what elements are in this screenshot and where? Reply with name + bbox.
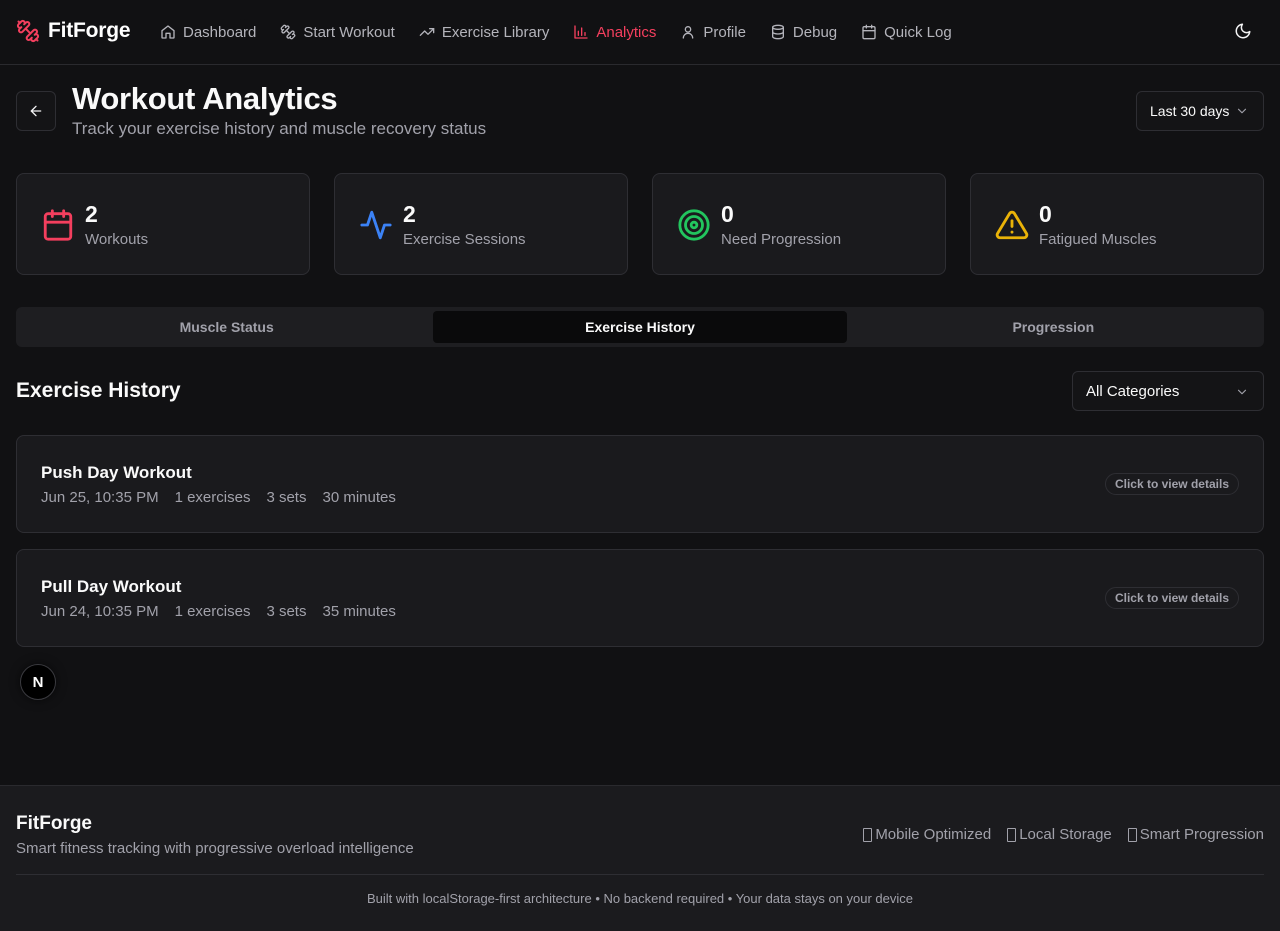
tab-exercise-history[interactable]: Exercise History [433, 311, 847, 343]
nav-item-label: Start Workout [303, 23, 395, 41]
workout-exercises: 1 exercises [174, 489, 251, 506]
stat-value: 0 [1039, 201, 1052, 227]
stat-label: Fatigued Muscles [1039, 231, 1157, 248]
footer-feature-label: Mobile Optimized [875, 826, 992, 843]
view-details-badge[interactable]: Click to view details [1104, 587, 1239, 609]
nextjs-icon: N [33, 674, 44, 691]
footer-feature: Mobile Optimized [863, 826, 991, 843]
brand[interactable]: FitForge [16, 19, 131, 43]
chevron-down-icon [1235, 385, 1249, 399]
nextjs-dev-badge[interactable]: N [20, 664, 56, 700]
chevron-down-icon [1235, 104, 1249, 118]
footer-feature: Smart Progression [1127, 826, 1264, 843]
dumbbell-logo-icon [16, 19, 40, 43]
nav-item-exercise-library[interactable]: Exercise Library [419, 20, 550, 44]
workout-duration: 30 minutes [322, 489, 396, 506]
trending-up-icon [419, 24, 435, 40]
footer-tagline: Smart fitness tracking with progressive … [16, 840, 414, 857]
nav-item-label: Analytics [596, 23, 657, 41]
missing-glyph-icon [863, 827, 873, 842]
footer-feature-label: Local Storage [1019, 826, 1112, 843]
stat-label: Exercise Sessions [403, 231, 526, 248]
nav-item-debug[interactable]: Debug [770, 20, 837, 44]
category-select[interactable]: All Categories [1072, 371, 1264, 411]
stat-value: 2 [403, 201, 416, 227]
workout-duration: 35 minutes [322, 603, 396, 620]
footer-divider [16, 874, 1264, 875]
calendar-icon [861, 24, 877, 40]
nav-item-label: Exercise Library [441, 23, 550, 41]
date-range-select[interactable]: Last 30 days [1136, 91, 1264, 131]
theme-toggle-button[interactable] [1234, 22, 1254, 42]
page-title: Workout Analytics [72, 81, 338, 116]
date-range-value: Last 30 days [1150, 103, 1230, 119]
activity-icon [359, 208, 393, 242]
workout-meta: Jun 25, 10:35 PM 1 exercises 3 sets 30 m… [41, 489, 396, 506]
workout-date: Jun 24, 10:35 PM [41, 603, 159, 620]
footer: FitForge Smart fitness tracking with pro… [0, 785, 1280, 931]
nav-item-label: Profile [703, 23, 746, 41]
tab-progression[interactable]: Progression [847, 311, 1260, 343]
workout-sets: 3 sets [266, 603, 307, 620]
stat-card-exercise-sessions: 2 Exercise Sessions [334, 173, 628, 275]
tab-muscle-status[interactable]: Muscle Status [20, 311, 433, 343]
workout-card[interactable]: Push Day Workout Jun 25, 10:35 PM 1 exer… [16, 435, 1264, 533]
nav-item-label: Debug [792, 23, 838, 41]
brand-name: FitForge [48, 19, 131, 42]
top-nav: FitForge Dashboard Start Workout Exercis… [0, 0, 1280, 65]
footer-note: Built with localStorage-first architectu… [367, 891, 913, 906]
nav-item-start-workout[interactable]: Start Workout [280, 20, 395, 44]
stat-value: 2 [85, 201, 98, 227]
view-details-badge[interactable]: Click to view details [1104, 473, 1239, 495]
nav-item-dashboard[interactable]: Dashboard [160, 20, 256, 44]
nav-item-analytics[interactable]: Analytics [573, 20, 656, 44]
stat-value: 0 [721, 201, 734, 227]
workout-card[interactable]: Pull Day Workout Jun 24, 10:35 PM 1 exer… [16, 549, 1264, 647]
footer-feature: Local Storage [1007, 826, 1112, 843]
footer-feature-label: Smart Progression [1139, 826, 1264, 843]
category-value: All Categories [1086, 382, 1180, 400]
bar-chart-icon [573, 24, 589, 40]
nav-links: Dashboard Start Workout Exercise Library… [160, 20, 976, 44]
workout-title: Pull Day Workout [41, 577, 182, 596]
target-icon [677, 208, 711, 242]
user-icon [680, 24, 696, 40]
stat-card-need-progression: 0 Need Progression [652, 173, 946, 275]
missing-glyph-icon [1007, 827, 1017, 842]
dumbbell-icon [280, 24, 296, 40]
database-icon [770, 24, 786, 40]
workout-sets: 3 sets [266, 489, 307, 506]
missing-glyph-icon [1127, 827, 1137, 842]
stat-label: Workouts [85, 231, 149, 248]
analytics-tabs: Muscle Status Exercise History Progressi… [16, 307, 1264, 347]
page-subtitle: Track your exercise history and muscle r… [72, 119, 487, 138]
moon-icon [1234, 22, 1254, 40]
nav-item-profile[interactable]: Profile [680, 20, 746, 44]
workout-exercises: 1 exercises [174, 603, 251, 620]
workout-title: Push Day Workout [41, 463, 192, 482]
section-title: Exercise History [16, 379, 181, 402]
stat-label: Need Progression [721, 231, 842, 248]
nav-item-label: Dashboard [183, 23, 257, 41]
stat-card-workouts: 2 Workouts [16, 173, 310, 275]
workout-date: Jun 25, 10:35 PM [41, 489, 159, 506]
footer-brand: FitForge [16, 813, 92, 834]
nav-item-label: Quick Log [884, 23, 952, 41]
nav-item-quick-log[interactable]: Quick Log [861, 20, 952, 44]
arrow-left-icon [28, 103, 44, 119]
footer-features: Mobile Optimized Local Storage Smart Pro… [863, 826, 1264, 843]
stat-card-fatigued-muscles: 0 Fatigued Muscles [970, 173, 1264, 275]
alert-triangle-icon [995, 208, 1029, 242]
nextjs-letter: N [33, 674, 44, 691]
home-icon [160, 24, 176, 40]
back-button[interactable] [16, 91, 56, 131]
calendar-icon [41, 208, 75, 242]
workout-meta: Jun 24, 10:35 PM 1 exercises 3 sets 35 m… [41, 603, 396, 620]
